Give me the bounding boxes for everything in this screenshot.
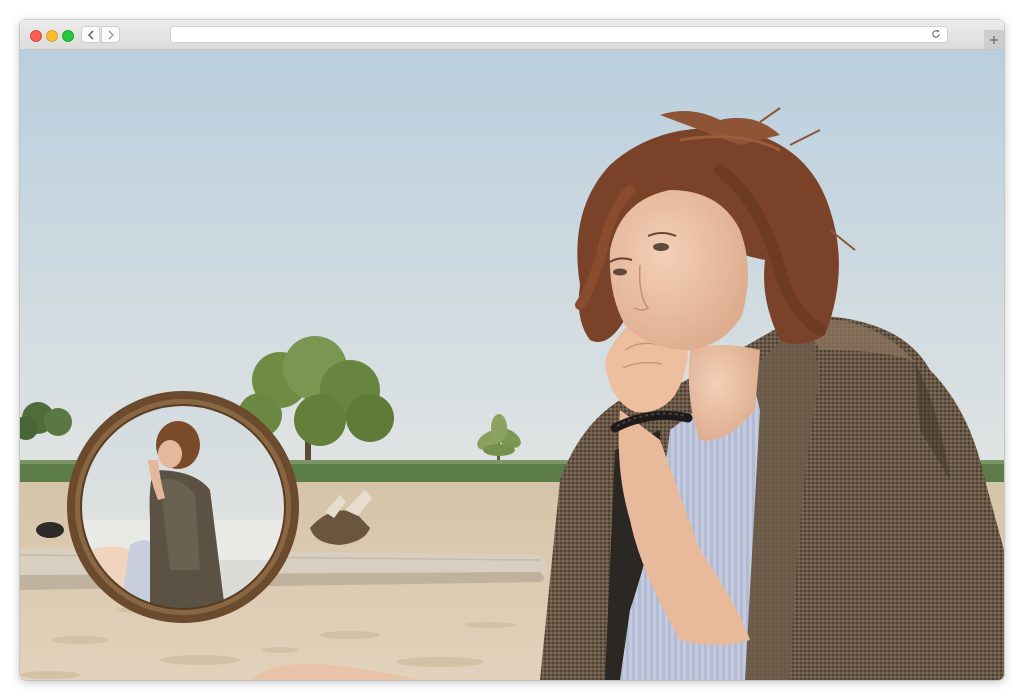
- eye-left: [613, 268, 627, 276]
- chevron-left-icon: [87, 30, 93, 39]
- reload-button[interactable]: [930, 28, 942, 40]
- browser-titlebar: [20, 20, 1004, 50]
- close-window-button[interactable]: [30, 30, 42, 42]
- round-mirror: [67, 391, 299, 623]
- forward-button[interactable]: [101, 26, 120, 43]
- zoom-window-button[interactable]: [62, 30, 74, 42]
- plus-icon: [990, 35, 998, 44]
- new-tab-button[interactable]: [984, 30, 1004, 49]
- reload-icon: [932, 29, 940, 38]
- page-content: [20, 50, 1004, 680]
- beach-photo: [20, 50, 1004, 680]
- address-bar[interactable]: [170, 26, 948, 43]
- browser-window: [20, 20, 1004, 680]
- back-button[interactable]: [81, 26, 100, 43]
- chevron-right-icon: [108, 30, 114, 39]
- eye-right: [653, 243, 669, 251]
- face: [609, 190, 749, 350]
- minimize-window-button[interactable]: [46, 30, 58, 42]
